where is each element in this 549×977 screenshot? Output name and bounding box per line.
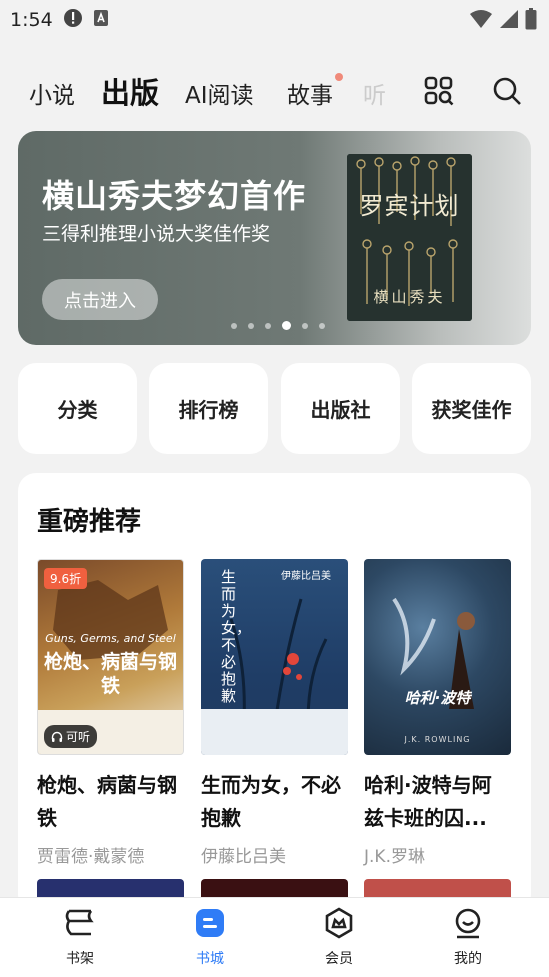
recommend-section: 重磅推荐 Guns, Germs, and Steel 枪炮、病菌与钢铁 9.6… xyxy=(18,473,531,913)
bookstore-icon xyxy=(196,909,224,937)
banner-page-dot[interactable] xyxy=(231,322,237,329)
book-cover-title: 枪炮、病菌与钢铁 xyxy=(44,651,178,697)
quick-publisher-button[interactable]: 出版社 xyxy=(281,363,400,454)
status-time: 1:54 xyxy=(10,9,53,31)
banner-subtitle: 三得利推理小说大奖佳作奖 xyxy=(42,223,271,245)
book-cover-subtitle: J.K. ROWLING xyxy=(404,735,471,744)
book-title[interactable]: 生而为女，不必抱歉 xyxy=(201,769,348,835)
bottom-nav-profile[interactable]: 我的 xyxy=(428,906,508,968)
bottom-nav-member[interactable]: 会员 xyxy=(299,906,379,968)
book-cover[interactable]: 哈利·波特 J.K. ROWLING xyxy=(364,559,511,755)
book-author: 贾雷德·戴蒙德 xyxy=(37,847,145,867)
quick-category-button[interactable]: 分类 xyxy=(18,363,137,454)
tab-listen[interactable]: 听 xyxy=(363,76,386,110)
banner-enter-button[interactable]: 点击进入 xyxy=(42,279,158,320)
alert-icon xyxy=(63,8,83,32)
bottom-nav-label: 我的 xyxy=(454,951,482,967)
category-grid-icon[interactable] xyxy=(424,76,454,110)
banner-title: 横山秀夫梦幻首作 xyxy=(42,177,307,215)
bottom-nav-bookstore[interactable]: 书城 xyxy=(170,906,250,968)
status-indicators xyxy=(469,8,537,34)
book-cover-peek[interactable] xyxy=(364,879,511,899)
banner-page-dot[interactable] xyxy=(265,322,271,329)
bottom-nav-bookshelf[interactable]: 书架 xyxy=(40,906,120,968)
search-icon[interactable] xyxy=(492,76,522,110)
audio-tag: 可听 xyxy=(44,725,98,748)
book-title[interactable]: 枪炮、病菌与钢铁 xyxy=(37,769,184,835)
quick-ranking-button[interactable]: 排行榜 xyxy=(149,363,268,454)
profile-icon xyxy=(455,908,481,939)
book-author: 伊藤比吕美 xyxy=(201,847,286,867)
book-title[interactable]: 哈利·波特与阿兹卡班的囚... xyxy=(364,769,511,835)
book-cover-title: 哈利·波特 xyxy=(404,689,471,707)
banner-page-dot[interactable] xyxy=(282,321,291,330)
banner-page-dot[interactable] xyxy=(248,322,254,329)
status-bar: 1:54 xyxy=(0,0,549,40)
book-cover-subtitle: Guns, Germs, and Steel xyxy=(45,632,176,645)
banner-cover-author: 横山秀夫 xyxy=(373,288,446,306)
tab-ai-reading[interactable]: AI阅读 xyxy=(185,76,254,110)
banner-book-cover[interactable]: 罗宾计划 横山秀夫 xyxy=(347,154,472,321)
audio-tag-label: 可听 xyxy=(66,730,91,744)
book-author: J.K.罗琳 xyxy=(364,847,425,867)
battery-icon xyxy=(525,8,537,34)
banner-pagination xyxy=(231,321,325,330)
wifi-icon xyxy=(469,9,493,33)
headphones-icon xyxy=(51,731,63,742)
new-dot-badge xyxy=(335,73,343,81)
book-cover-title: 生而为女，不必抱歉 xyxy=(221,568,252,705)
bottom-nav-label: 书架 xyxy=(66,951,94,967)
book-cover-peek[interactable] xyxy=(37,879,184,899)
bottom-nav-label: 书城 xyxy=(196,951,224,967)
book-card[interactable]: Guns, Germs, and Steel 枪炮、病菌与钢铁 9.6折 可听 … xyxy=(37,559,184,867)
banner-page-dot[interactable] xyxy=(319,322,325,329)
book-cover-art xyxy=(392,597,475,709)
book-cover[interactable]: 生而为女，不必抱歉 伊藤比吕美 xyxy=(201,559,348,755)
bottom-nav-label: 会员 xyxy=(325,951,353,967)
app-screen: 1:54 小说 出版 AI阅读 故事 听 横山秀夫梦幻首作 三得利推理小说大奖佳… xyxy=(0,0,549,977)
quick-award-button[interactable]: 获奖佳作 xyxy=(412,363,531,454)
notification-app-icon xyxy=(93,9,109,31)
tab-novel[interactable]: 小说 xyxy=(29,76,75,110)
signal-icon xyxy=(499,9,519,33)
tab-story[interactable]: 故事 xyxy=(287,76,333,110)
book-cover-subtitle: 伊藤比吕美 xyxy=(281,571,331,582)
bottom-nav: 书架 书城 会员 我的 xyxy=(0,897,549,977)
book-cover-peek[interactable] xyxy=(201,879,348,899)
channel-tabs: 小说 出版 AI阅读 故事 听 xyxy=(0,62,549,122)
member-icon xyxy=(325,907,353,939)
recommend-title: 重磅推荐 xyxy=(37,507,142,537)
banner-cover-title: 罗宾计划 xyxy=(359,192,460,220)
book-cover[interactable]: Guns, Germs, and Steel 枪炮、病菌与钢铁 9.6折 可听 xyxy=(37,559,184,755)
bookshelf-icon xyxy=(65,909,94,936)
book-card[interactable]: 哈利·波特 J.K. ROWLING 哈利·波特与阿兹卡班的囚... J.K.罗… xyxy=(364,559,511,867)
promo-banner[interactable]: 横山秀夫梦幻首作 三得利推理小说大奖佳作奖 点击进入 罗宾计划 横山秀夫 xyxy=(18,131,531,345)
tab-publish[interactable]: 出版 xyxy=(101,70,159,112)
banner-page-dot[interactable] xyxy=(302,322,308,329)
discount-badge: 9.6折 xyxy=(44,568,88,589)
book-card[interactable]: 生而为女，不必抱歉 伊藤比吕美 生而为女，不必抱歉 伊藤比吕美 xyxy=(201,559,348,867)
